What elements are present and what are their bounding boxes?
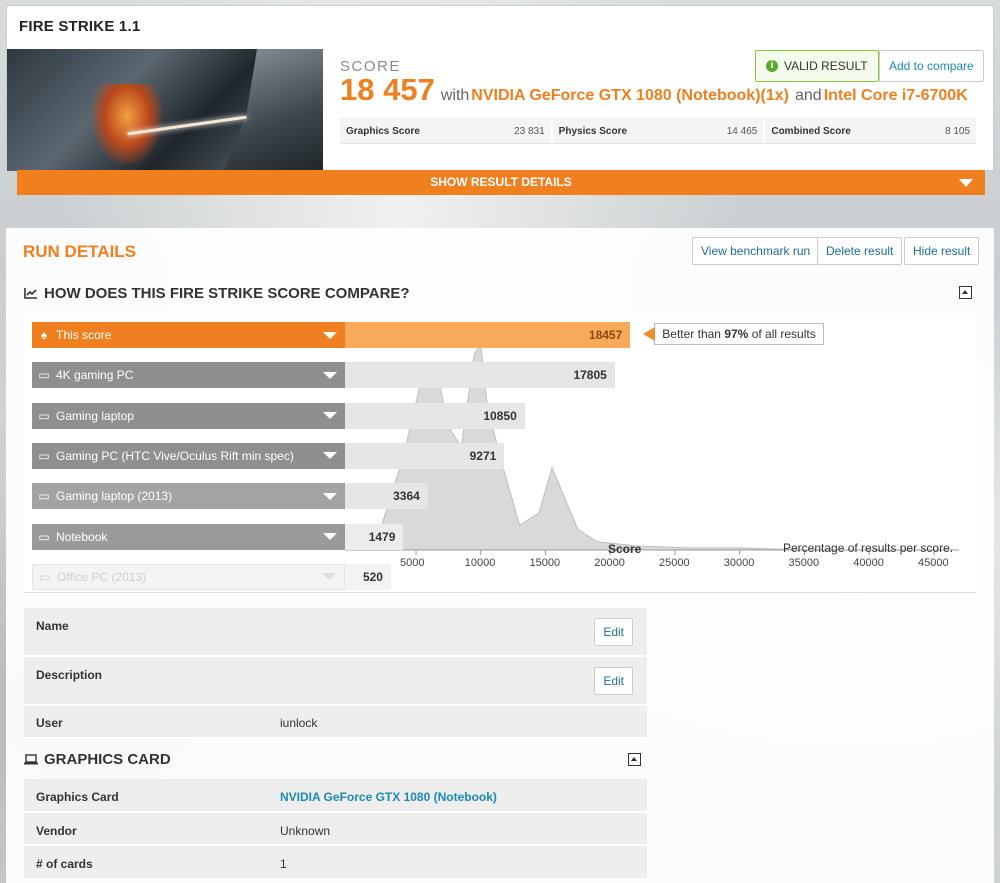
trophy-icon: ♠: [40, 328, 48, 342]
chevron-down-icon[interactable]: [323, 452, 337, 460]
score-bar: 3364: [345, 483, 428, 510]
chevron-down-icon: [959, 179, 973, 187]
comparison-row-2[interactable]: ▭ Gaming laptop: [32, 402, 345, 429]
comparison-row-6[interactable]: ▭ Office PC (2013): [32, 563, 345, 590]
info-icon: i: [766, 60, 778, 72]
score-bar-value: 9271: [469, 448, 497, 463]
score-bar: 520: [345, 563, 391, 590]
chevron-down-icon[interactable]: [322, 573, 336, 581]
run-details-title: RUN DETAILS: [23, 242, 137, 261]
valid-result-badge[interactable]: i VALID RESULT: [755, 50, 879, 82]
compare-section-header: HOW DOES THIS FIRE STRIKE SCORE COMPARE?: [24, 278, 976, 308]
comparison-row-4[interactable]: ▭ Gaming laptop (2013): [32, 483, 345, 510]
comparison-row-3[interactable]: ▭ Gaming PC (HTC Vive/Oculus Rift min spe…: [32, 442, 345, 469]
benchmark-title: FIRE STRIKE 1.1: [19, 18, 141, 35]
x-tick-label: 20000: [594, 557, 625, 569]
hide-result-button[interactable]: Hide result: [904, 237, 980, 265]
cpu-link[interactable]: Intel Core i7-6700K: [824, 87, 968, 104]
score-bar-value: 10850: [483, 408, 517, 423]
desktop-icon: ▭: [38, 448, 50, 463]
user-value: iunlock: [280, 716, 318, 730]
comparison-row-1[interactable]: ▭ 4K gaming PC: [32, 362, 345, 389]
run-details-panel: RUN DETAILS View benchmark run Delete re…: [6, 228, 994, 883]
run-info-table: Name Edit Description Edit User iunlock: [24, 608, 647, 739]
comparison-row-label: Notebook: [56, 529, 108, 544]
subscore-physics: Physics Score 14 465: [552, 119, 764, 143]
collapse-graphics-card-icon[interactable]: [628, 753, 641, 766]
chart-annotation: Percentage of results per score.: [783, 541, 954, 555]
graphics-card-table: Graphics Card NVIDIA GeForce GTX 1080 (N…: [24, 779, 647, 880]
laptop-icon: ▭: [38, 489, 50, 504]
collapse-compare-icon[interactable]: [959, 286, 972, 299]
x-tick-label: 45000: [918, 557, 949, 569]
subscore-combined: Combined Score 8 105: [765, 119, 977, 143]
edit-name-button[interactable]: Edit: [594, 618, 633, 646]
score-bar-value: 17805: [573, 368, 607, 383]
x-tick-label: 40000: [853, 557, 884, 569]
subscore-graphics: Graphics Score 23 831: [340, 119, 551, 143]
compare-title: HOW DOES THIS FIRE STRIKE SCORE COMPARE?: [44, 284, 410, 302]
desktop-icon: ▭: [38, 368, 50, 383]
edit-description-button[interactable]: Edit: [594, 667, 633, 695]
chevron-down-icon[interactable]: [323, 331, 337, 339]
score-bar: 10850: [345, 402, 525, 429]
gpu-link[interactable]: NVIDIA GeForce GTX 1080 (Notebook)(1x): [471, 87, 789, 104]
comparison-row-5[interactable]: ▭ Notebook: [32, 523, 345, 550]
info-row-vendor: Vendor Unknown: [24, 813, 647, 846]
score-bar: 17805: [345, 362, 615, 389]
score-bar: 9271: [345, 442, 505, 469]
delete-result-button[interactable]: Delete result: [817, 237, 903, 265]
comparison-row-0[interactable]: ♠ This score: [32, 322, 345, 348]
score-bar-value: 18457: [588, 328, 623, 342]
x-axis-title: Score: [608, 542, 642, 556]
subscores: Graphics Score 23 831 Physics Score 14 4…: [340, 118, 977, 144]
laptop-icon: ▭: [38, 529, 50, 544]
info-row-graphics-card: Graphics Card NVIDIA GeForce GTX 1080 (N…: [24, 779, 647, 813]
show-result-details-button[interactable]: SHOW RESULT DETAILS: [17, 170, 985, 195]
score-value: 18 457: [340, 72, 435, 107]
graphics-card-link[interactable]: NVIDIA GeForce GTX 1080 (Notebook): [280, 790, 497, 804]
view-benchmark-run-button[interactable]: View benchmark run: [692, 237, 820, 265]
info-row-name: Name Edit: [24, 608, 647, 657]
desktop-icon: ▭: [39, 569, 51, 584]
x-tick-label: 30000: [723, 557, 755, 569]
graphics-card-section-header: GRAPHICS CARD: [24, 741, 647, 778]
info-row-user: User iunlock: [24, 706, 647, 739]
line-chart-icon: [24, 288, 37, 299]
comparison-row-label: Gaming PC (HTC Vive/Oculus Rift min spec…: [56, 448, 294, 463]
chevron-down-icon[interactable]: [323, 533, 337, 540]
chevron-down-icon[interactable]: [323, 412, 337, 420]
score-bar-value: 520: [362, 569, 383, 584]
score-comparison-chart: ♠ This score 18457 ▭ 4K gaming PC 17805 ▭ Gamin…: [24, 318, 976, 593]
comparison-row-label: This score: [56, 328, 112, 342]
graphics-card-title: GRAPHICS CARD: [44, 751, 171, 768]
score-bar: 18457: [345, 322, 631, 348]
percentile-tooltip: Better than 97% of all results: [643, 323, 824, 345]
laptop-icon: ▭: [38, 408, 50, 423]
x-tick-label: 15000: [529, 557, 561, 569]
x-tick-label: 35000: [788, 557, 820, 569]
info-row-description: Description Edit: [24, 657, 647, 706]
comparison-row-label: Gaming laptop: [56, 408, 135, 423]
score-bar-value: 3364: [393, 489, 420, 504]
x-tick-label: 25000: [659, 557, 690, 569]
info-row-card-count: # of cards 1: [24, 846, 647, 880]
x-tick-label: 10000: [464, 557, 496, 569]
laptop-icon: [24, 754, 38, 765]
add-to-compare-button[interactable]: Add to compare: [879, 50, 984, 82]
comparison-row-label: 4K gaming PC: [56, 368, 134, 383]
chevron-down-icon[interactable]: [323, 492, 337, 500]
x-tick-label: 5000: [400, 557, 425, 569]
comparison-row-label: Office PC (2013): [57, 569, 147, 584]
score-bar-value: 1479: [368, 529, 396, 544]
comparison-row-label: Gaming laptop (2013): [56, 489, 173, 504]
chevron-down-icon[interactable]: [323, 371, 337, 379]
score-bar: 1479: [345, 523, 404, 550]
benchmark-hero-image: [7, 49, 323, 171]
